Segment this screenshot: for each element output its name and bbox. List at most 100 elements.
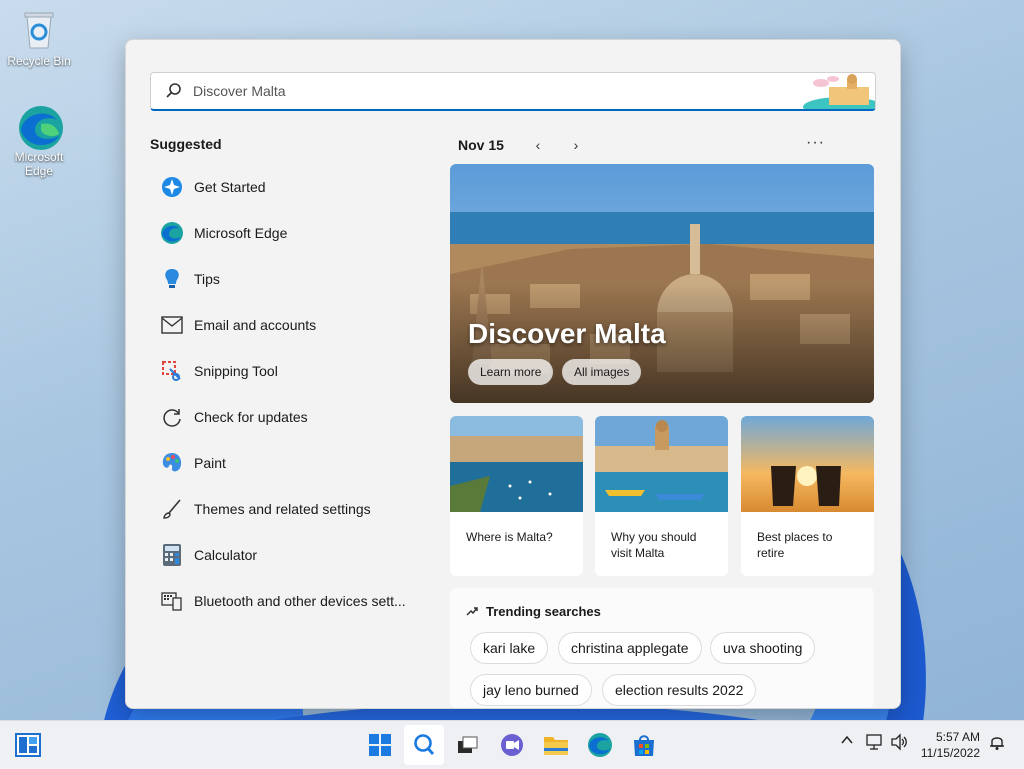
search-icon bbox=[166, 83, 181, 98]
suggested-item-email[interactable]: Email and accounts bbox=[150, 302, 430, 348]
notification-icon bbox=[990, 737, 1004, 750]
suggested-item-label: Tips bbox=[194, 271, 220, 287]
card-image bbox=[595, 416, 728, 512]
devices-icon bbox=[160, 589, 184, 613]
system-clock[interactable]: 5:57 AM 11/15/2022 bbox=[921, 729, 980, 761]
calculator-icon bbox=[160, 543, 184, 567]
suggested-item-label: Email and accounts bbox=[194, 317, 317, 333]
volume-icon bbox=[891, 733, 907, 751]
card-best-places-retire[interactable]: Best places to retire bbox=[741, 416, 874, 576]
suggested-heading: Suggested bbox=[150, 136, 222, 152]
snipping-tool-icon bbox=[160, 359, 184, 383]
network-button[interactable] bbox=[866, 733, 884, 754]
brush-icon bbox=[160, 497, 184, 521]
chat-button[interactable] bbox=[498, 731, 526, 759]
card-text: Best places to retire bbox=[757, 530, 833, 560]
suggested-item-check-updates[interactable]: Check for updates bbox=[150, 394, 430, 440]
refresh-icon bbox=[160, 405, 184, 429]
suggested-item-label: Bluetooth and other devices sett... bbox=[194, 593, 406, 609]
desktop-icon-label: Microsoft Edge bbox=[14, 150, 64, 178]
get-started-icon bbox=[160, 175, 184, 199]
suggested-item-label: Paint bbox=[194, 455, 226, 471]
more-options-button[interactable]: ··· bbox=[806, 134, 825, 152]
card-image bbox=[450, 416, 583, 512]
taskbar: 5:57 AM 11/15/2022 bbox=[0, 720, 1024, 769]
desktop-recycle-bin[interactable]: Recycle Bin bbox=[3, 8, 75, 68]
edge-icon bbox=[588, 733, 612, 757]
suggested-item-tips[interactable]: Tips bbox=[150, 256, 430, 302]
suggested-item-label: Themes and related settings bbox=[194, 501, 371, 517]
all-images-button[interactable]: All images bbox=[562, 359, 642, 385]
trending-header: Trending searches bbox=[466, 604, 601, 619]
paint-icon bbox=[160, 451, 184, 475]
card-image bbox=[741, 416, 874, 512]
trending-searches: Trending searches kari lake christina ap… bbox=[450, 588, 874, 708]
suggested-item-snipping-tool[interactable]: Snipping Tool bbox=[150, 348, 430, 394]
hero-card[interactable]: Discover Malta Learn more All images bbox=[450, 164, 874, 403]
volume-button[interactable] bbox=[890, 733, 908, 754]
previous-day-button[interactable]: ‹ bbox=[526, 137, 550, 153]
tips-icon bbox=[160, 267, 184, 291]
highlights-date-row: Nov 15 ‹ › ··· bbox=[450, 132, 875, 158]
card-text: Why you should visit Malta bbox=[611, 530, 697, 560]
store-icon bbox=[634, 735, 654, 756]
edge-icon bbox=[160, 221, 184, 245]
clock-date: 11/15/2022 bbox=[920, 746, 980, 760]
suggested-item-label: Microsoft Edge bbox=[194, 225, 288, 241]
clock-time: 5:57 AM bbox=[935, 730, 980, 744]
search-icon bbox=[414, 734, 435, 755]
edge-icon bbox=[17, 104, 63, 150]
trending-pill[interactable]: uva shooting bbox=[710, 632, 816, 664]
search-button[interactable] bbox=[410, 731, 438, 759]
card-why-visit-malta[interactable]: Why you should visit Malta bbox=[595, 416, 728, 576]
suggested-item-label: Calculator bbox=[194, 547, 258, 563]
trending-icon bbox=[466, 605, 478, 619]
search-input[interactable] bbox=[191, 73, 795, 109]
suggested-item-calculator[interactable]: Calculator bbox=[150, 532, 430, 578]
trending-pill[interactable]: election results 2022 bbox=[602, 674, 757, 706]
suggested-item-label: Check for updates bbox=[194, 409, 308, 425]
suggested-item-edge[interactable]: Microsoft Edge bbox=[150, 210, 430, 256]
search-box[interactable] bbox=[150, 72, 876, 111]
malta-highlight-icon bbox=[803, 74, 875, 109]
search-panel: Suggested Get Started Microsoft Edge Tip… bbox=[125, 39, 901, 709]
highlight-cards: Where is Malta? Why you should visit Mal… bbox=[450, 416, 875, 576]
windows-logo-icon bbox=[369, 734, 391, 756]
desktop-edge[interactable]: Microsoft Edge bbox=[3, 104, 75, 178]
widgets-icon bbox=[15, 733, 41, 757]
mail-icon bbox=[160, 313, 184, 337]
hero-title: Discover Malta bbox=[468, 318, 666, 349]
trending-title: Trending searches bbox=[486, 604, 601, 619]
trending-pill[interactable]: kari lake bbox=[470, 632, 549, 664]
desktop-icon-label: Recycle Bin bbox=[7, 54, 71, 68]
suggested-item-label: Snipping Tool bbox=[194, 363, 278, 379]
store-button[interactable] bbox=[630, 731, 658, 759]
network-icon bbox=[866, 734, 882, 750]
task-view-icon bbox=[458, 736, 478, 753]
learn-more-button[interactable]: Learn more bbox=[468, 359, 554, 385]
trending-pill[interactable]: jay leno burned bbox=[470, 674, 592, 706]
next-day-button[interactable]: › bbox=[564, 137, 588, 153]
highlights-date: Nov 15 bbox=[458, 137, 504, 153]
suggested-item-bluetooth-devices[interactable]: Bluetooth and other devices sett... bbox=[150, 578, 430, 624]
folder-icon bbox=[544, 737, 568, 755]
edge-taskbar-button[interactable] bbox=[586, 731, 614, 759]
recycle-bin-icon bbox=[17, 8, 61, 52]
widgets-button[interactable] bbox=[14, 731, 42, 759]
suggested-item-label: Get Started bbox=[194, 179, 266, 195]
suggested-item-paint[interactable]: Paint bbox=[150, 440, 430, 486]
chevron-up-icon bbox=[841, 735, 853, 744]
suggested-list: Get Started Microsoft Edge Tips Email an… bbox=[150, 164, 430, 624]
card-text: Where is Malta? bbox=[466, 530, 553, 544]
start-button[interactable] bbox=[366, 731, 394, 759]
teams-chat-icon bbox=[501, 734, 523, 756]
notifications-button[interactable] bbox=[988, 733, 1006, 754]
show-hidden-icons-button[interactable] bbox=[840, 733, 854, 750]
suggested-item-get-started[interactable]: Get Started bbox=[150, 164, 430, 210]
suggested-item-themes[interactable]: Themes and related settings bbox=[150, 486, 430, 532]
search-highlights: Nov 15 ‹ › ··· Discover Malta Learn more… bbox=[450, 132, 875, 708]
trending-pill[interactable]: christina applegate bbox=[558, 632, 702, 664]
task-view-button[interactable] bbox=[454, 731, 482, 759]
file-explorer-button[interactable] bbox=[542, 731, 570, 759]
card-where-is-malta[interactable]: Where is Malta? bbox=[450, 416, 583, 576]
